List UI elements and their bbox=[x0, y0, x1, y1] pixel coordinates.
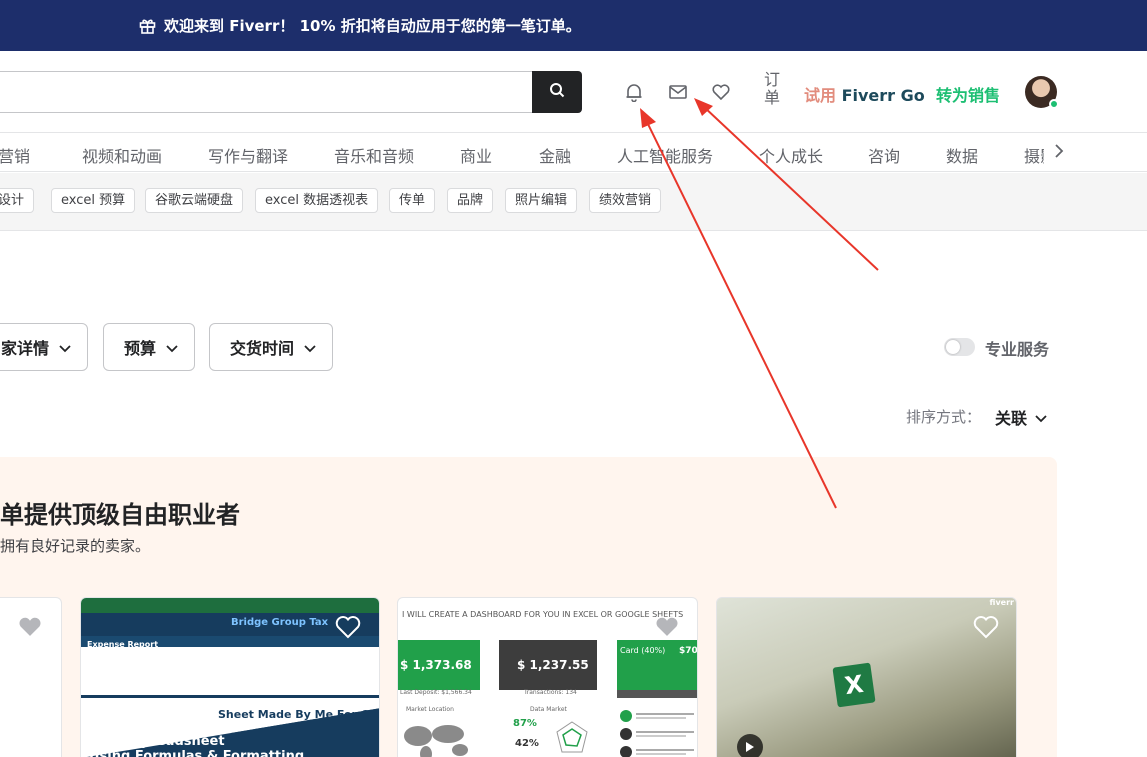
tag-chip[interactable]: excel 预算 bbox=[51, 188, 136, 213]
filter-label: 预算 bbox=[124, 339, 157, 358]
heart-icon[interactable] bbox=[335, 615, 361, 639]
kpi-value: $ 1,237.55 bbox=[517, 658, 589, 672]
online-status-dot bbox=[1049, 99, 1059, 109]
kpi-label: Card (40%) bbox=[620, 646, 666, 655]
card-made-text: Sheet Made By Me For Client bbox=[218, 708, 380, 721]
category-item[interactable]: 人工智能服务 bbox=[617, 143, 713, 167]
gig-card[interactable] bbox=[0, 597, 62, 757]
gig-card[interactable]: Bridge Group Tax Expense Report Sheet Ma… bbox=[80, 597, 380, 757]
pro-services-toggle[interactable] bbox=[944, 338, 975, 356]
toggle-knob bbox=[946, 340, 960, 354]
search-button[interactable] bbox=[532, 71, 582, 113]
tag-strip: 设计 excel 预算 谷歌云端硬盘 excel 数据透视表 传单 品牌 照片编… bbox=[0, 173, 1147, 231]
card-line-2: Excel Spreadsheet bbox=[89, 734, 225, 749]
card-watermark: fiverr bbox=[989, 598, 1014, 607]
spreadsheet-ribbon bbox=[81, 598, 379, 613]
category-item[interactable]: 个人成长 bbox=[759, 143, 823, 167]
category-item[interactable]: 商业 bbox=[460, 143, 492, 167]
kpi-value: $ 1,373.68 bbox=[400, 658, 472, 672]
budget-filter[interactable]: 预算 bbox=[103, 323, 196, 371]
category-item[interactable]: 咨询 bbox=[868, 143, 900, 167]
heart-icon[interactable] bbox=[654, 615, 680, 639]
sort-value: 关联 bbox=[995, 409, 1028, 428]
chevron-down-icon bbox=[304, 338, 316, 357]
tag-chip[interactable]: 照片编辑 bbox=[505, 188, 578, 213]
percent-value: 42% bbox=[515, 738, 539, 749]
card-brand-text: Bridge Group Tax bbox=[231, 617, 329, 628]
search-input[interactable] bbox=[0, 72, 533, 112]
favorites-heart-icon[interactable] bbox=[710, 81, 732, 103]
category-scroll-right-button[interactable] bbox=[1044, 134, 1074, 171]
market-location-label: Market Location bbox=[406, 706, 454, 713]
sort-label: 排序方式： bbox=[906, 408, 982, 426]
deposit-text: Last Deposit: $1,566.34 bbox=[400, 689, 472, 696]
chevron-down-icon bbox=[166, 338, 178, 357]
top-header: 订单 试用 Fiverr Go 转为销售 bbox=[0, 51, 1147, 133]
play-video-button[interactable] bbox=[737, 734, 763, 757]
filter-label: 家详情 bbox=[1, 339, 50, 358]
become-seller-link[interactable]: 转为销售 bbox=[936, 82, 1000, 106]
chevron-down-icon bbox=[59, 338, 71, 357]
card-report-text: Expense Report bbox=[87, 640, 159, 649]
category-item[interactable]: 数据 bbox=[946, 143, 978, 167]
tag-chip[interactable]: 谷歌云端硬盘 bbox=[145, 188, 244, 213]
dashboard-title: I WILL CREATE A DASHBOARD FOR YOU IN EXC… bbox=[402, 610, 684, 619]
heart-icon[interactable] bbox=[973, 615, 999, 639]
filter-label: 交货时间 bbox=[230, 339, 295, 358]
category-item[interactable]: 金融 bbox=[539, 143, 571, 167]
gig-card[interactable]: fiverr X bbox=[716, 597, 1017, 757]
sheet-area bbox=[81, 647, 379, 695]
sort-dropdown[interactable]: 关联 bbox=[995, 405, 1047, 429]
fiverr-go-brand: Fiverr Go bbox=[841, 86, 925, 105]
chevron-right-icon bbox=[1054, 143, 1064, 162]
heart-icon[interactable] bbox=[17, 615, 43, 639]
card-line-1: Create bbox=[89, 719, 138, 734]
world-map-graphic bbox=[404, 725, 468, 757]
delivery-time-filter[interactable]: 交货时间 bbox=[209, 323, 334, 371]
promo-banner: 欢迎来到 Fiverr！ 10% 折扣将自动应用于您的第一笔订单。 bbox=[0, 0, 1147, 51]
search-field[interactable] bbox=[0, 71, 533, 113]
play-icon bbox=[745, 738, 755, 757]
kpi-card: $ 1,237.55 bbox=[499, 640, 597, 690]
chevron-down-icon bbox=[1035, 408, 1047, 427]
icon-list-graphic bbox=[620, 710, 694, 757]
avatar[interactable] bbox=[1025, 76, 1059, 109]
tag-chip[interactable]: 设计 bbox=[0, 188, 35, 213]
kpi-value: $704 bbox=[679, 646, 698, 656]
percent-value: 87% bbox=[513, 718, 537, 729]
tag-chip[interactable]: 传单 bbox=[389, 188, 436, 213]
tag-chip[interactable]: 绩效营销 bbox=[589, 188, 662, 213]
kpi-card: $ 1,373.68 bbox=[398, 640, 480, 690]
search-icon bbox=[549, 82, 565, 102]
card-line-3: Using Formulas & Formatting bbox=[89, 749, 305, 757]
featured-title: 单提供顶级自由职业者 bbox=[0, 501, 240, 529]
page: 欢迎来到 Fiverr！ 10% 折扣将自动应用于您的第一笔订单。 订单 试用 … bbox=[0, 0, 1147, 757]
gift-icon bbox=[139, 17, 156, 34]
radar-chart-graphic bbox=[556, 721, 588, 753]
tag-chip[interactable]: excel 数据透视表 bbox=[255, 188, 379, 213]
try-fiverr-go-link[interactable]: 试用 Fiverr Go bbox=[804, 82, 925, 106]
banner-text: 欢迎来到 Fiverr！ 10% 折扣将自动应用于您的第一笔订单。 bbox=[164, 17, 581, 35]
data-market-label: Data Market bbox=[530, 706, 567, 713]
category-item[interactable]: 音乐和音频 bbox=[334, 143, 414, 167]
gray-bar bbox=[617, 690, 697, 698]
gig-card[interactable]: I WILL CREATE A DASHBOARD FOR YOU IN EXC… bbox=[397, 597, 698, 757]
notifications-bell-icon[interactable] bbox=[623, 81, 645, 103]
pro-services-label: 专业服务 bbox=[985, 340, 1050, 359]
category-nav: 营销 视频和动画 写作与翻译 音乐和音频 商业 金融 人工智能服务 个人成长 咨… bbox=[0, 134, 1147, 172]
category-item[interactable]: 写作与翻译 bbox=[208, 143, 288, 167]
seller-details-filter[interactable]: 家详情 bbox=[0, 323, 89, 371]
category-item[interactable]: 视频和动画 bbox=[82, 143, 162, 167]
transactions-text: Transactions: 134 bbox=[524, 689, 577, 696]
try-prefix: 试用 bbox=[804, 86, 842, 105]
orders-link[interactable]: 订单 bbox=[764, 71, 782, 107]
excel-logo-icon: X bbox=[832, 662, 876, 708]
tag-chip[interactable]: 品牌 bbox=[447, 188, 494, 213]
category-item[interactable]: 营销 bbox=[0, 143, 30, 167]
messages-envelope-icon[interactable] bbox=[667, 81, 689, 103]
kpi-card: Card (40%) $704 bbox=[617, 640, 698, 690]
featured-subtitle: 拥有良好记录的卖家。 bbox=[0, 537, 151, 555]
